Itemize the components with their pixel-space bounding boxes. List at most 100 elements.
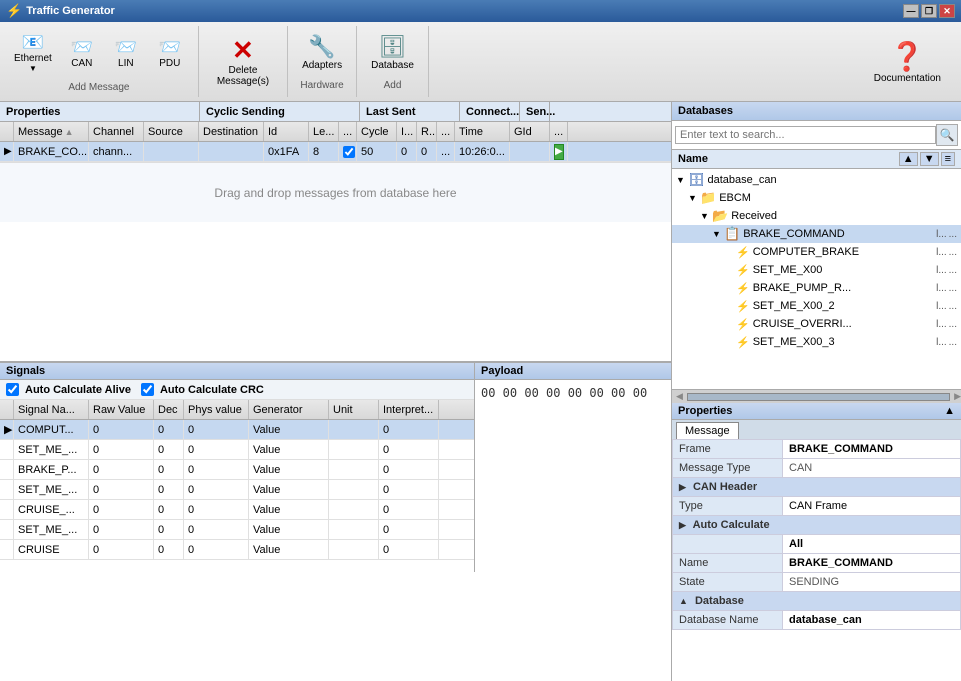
prop-section-can[interactable]: ▶ CAN Header [673,478,961,497]
cruise-overri-extra1: l... [936,319,947,330]
cell-play[interactable]: ▶ [550,142,568,161]
prop-section-db-label[interactable]: ▲ Database [673,592,961,611]
sig-col-raw[interactable]: Raw Value [89,400,154,419]
signals-header: Signals [0,363,474,380]
tree-scroll-up[interactable]: ▲ [899,152,918,166]
col-dots2[interactable]: ... [437,122,455,141]
signal-row[interactable]: SET_ME_... 0 0 0 Value 0 [0,480,474,500]
ethernet-button[interactable]: 📧 Ethernet ▼ [8,30,58,76]
play-button[interactable]: ▶ [554,144,564,160]
col-channel[interactable]: Channel [89,122,144,141]
col-message[interactable]: Message▲ [14,122,89,141]
sig-col-unit[interactable]: Unit [329,400,379,419]
tree-item-set-me-x00-2[interactable]: ⚡ SET_ME_X00_2 l... ... [672,297,961,315]
minimize-button[interactable]: — [903,4,919,18]
cycle-enable-checkbox[interactable] [343,146,355,158]
ethernet-icon: 📧 [22,33,44,51]
received-toggle[interactable]: ▼ [700,211,712,221]
brake-pump-r-extra2: ... [949,283,957,294]
auto-crc-checkbox-label[interactable]: Auto Calculate CRC [141,383,264,396]
sig-expander[interactable]: ▶ [0,420,14,439]
toolbar: 📧 Ethernet ▼ 📨 CAN 📨 LIN 📨 PDU Add Messa… [0,22,961,102]
row-expander[interactable]: ▶ [0,142,14,161]
search-button[interactable]: 🔍 [936,124,958,146]
sig-name: CRUISE [14,540,89,559]
auto-crc-checkbox[interactable] [141,383,154,396]
sig-icon-5: ⚡ [736,318,750,331]
table-row[interactable]: ▶ BRAKE_CO... chann... 0x1FA 8 50 0 0 ..… [0,142,671,162]
set-me-x00-extra1: l... [936,265,947,276]
col-destination[interactable]: Destination [199,122,264,141]
tree-item-set-me-x00[interactable]: ⚡ SET_ME_X00 l... ... [672,261,961,279]
signal-row[interactable]: BRAKE_P... 0 0 0 Value 0 [0,460,474,480]
tree-menu[interactable]: ≡ [941,152,955,166]
col-gid[interactable]: GId [510,122,550,141]
prop-section-auto[interactable]: ▶ Auto Calculate [673,516,961,535]
signal-row[interactable]: CRUISE_... 0 0 0 Value 0 [0,500,474,520]
col-id[interactable]: Id [264,122,309,141]
tree-item-database-can[interactable]: ▼ 🗄 database_can [672,171,961,189]
tree-item-brake-command[interactable]: ▼ 📋 BRAKE_COMMAND l... ... [672,225,961,243]
can-button[interactable]: 📨 CAN [62,35,102,72]
col-source[interactable]: Source [144,122,199,141]
sig-col-phys[interactable]: Phys value [184,400,249,419]
tree-item-cruise-overri[interactable]: ⚡ CRUISE_OVERRI... l... ... [672,315,961,333]
col-dots3[interactable]: ... [550,122,568,141]
pdu-label: PDU [159,58,180,69]
properties-section-header: Properties [0,102,200,121]
restore-button[interactable]: ❐ [921,4,937,18]
can-header-toggle[interactable]: ▶ [679,482,686,492]
sig-col-interp[interactable]: Interpret... [379,400,439,419]
delete-button[interactable]: ✕ Delete Message(s) [207,34,279,90]
col-time[interactable]: Time [455,122,510,141]
prop-label-auto-val [673,535,783,554]
sig-col-dec[interactable]: Dec [154,400,184,419]
sig-col-name[interactable]: Signal Na... [14,400,89,419]
close-button[interactable]: ✕ [939,4,955,18]
col-cycle[interactable]: Cycle [357,122,397,141]
cell-check[interactable] [339,142,357,161]
tree-item-set-me-x00-3[interactable]: ⚡ SET_ME_X00_3 l... ... [672,333,961,351]
cell-time: 10:26:0... [455,142,510,161]
sig-gen: Value [249,420,329,439]
documentation-button[interactable]: ❓ Documentation [862,37,953,87]
sig-col-gen[interactable]: Generator [249,400,329,419]
set-me-x00-3-extra2: ... [949,337,957,348]
adapters-button[interactable]: 🔧 Adapters [296,33,348,74]
auto-crc-label: Auto Calculate CRC [160,384,264,396]
prop-section-auto-label[interactable]: ▶ Auto Calculate [673,516,961,535]
signal-row[interactable]: SET_ME_... 0 0 0 Value 0 [0,520,474,540]
tree-scroll-down[interactable]: ▼ [920,152,939,166]
pdu-button[interactable]: 📨 PDU [150,35,190,72]
ebcm-toggle[interactable]: ▼ [688,193,700,203]
brake-cmd-toggle[interactable]: ▼ [712,229,724,239]
db-section-toggle[interactable]: ▲ [679,596,688,606]
properties-collapse[interactable]: ▲ [944,405,955,417]
col-len[interactable]: Le... [309,122,339,141]
col-dots1[interactable]: ... [339,122,357,141]
tree-item-ebcm[interactable]: ▼ 📁 EBCM [672,189,961,207]
prop-value-frame: BRAKE_COMMAND [783,440,961,459]
search-input[interactable] [675,126,936,144]
cruise-overri-label: CRUISE_OVERRI... [753,318,936,330]
col-i[interactable]: I... [397,122,417,141]
tree-item-received[interactable]: ▼ 📂 Received [672,207,961,225]
auto-alive-checkbox[interactable] [6,383,19,396]
prop-section-can-label[interactable]: ▶ CAN Header [673,478,961,497]
auto-calc-toggle[interactable]: ▶ [679,520,686,530]
col-r[interactable]: R... [417,122,437,141]
tab-message[interactable]: Message [676,422,739,439]
signal-row[interactable]: CRUISE 0 0 0 Value 0 [0,540,474,560]
tree-hscrollbar[interactable]: ◀ ▶ [672,389,961,403]
db-toggle[interactable]: ▼ [676,175,688,185]
database-button[interactable]: 🗄 Database [365,33,420,74]
prop-value-auto-val: All [783,535,961,554]
lin-button[interactable]: 📨 LIN [106,35,146,72]
auto-alive-checkbox-label[interactable]: Auto Calculate Alive [6,383,131,396]
signal-row[interactable]: SET_ME_... 0 0 0 Value 0 [0,440,474,460]
prop-section-db[interactable]: ▲ Database [673,592,961,611]
signal-row[interactable]: ▶ COMPUT... 0 0 0 Value 0 [0,420,474,440]
sig-name: CRUISE_... [14,500,89,519]
tree-item-computer-brake[interactable]: ⚡ COMPUTER_BRAKE l... ... [672,243,961,261]
tree-item-brake-pump-r[interactable]: ⚡ BRAKE_PUMP_R... l... ... [672,279,961,297]
